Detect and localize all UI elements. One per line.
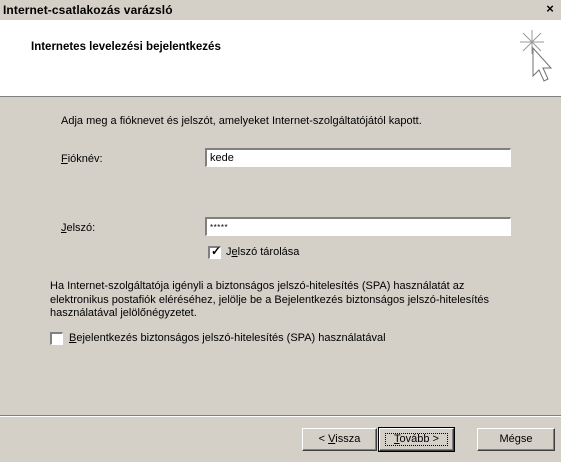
spa-label-rest: ejelentkezés biztonságos jelszó-hitelesí… [76,332,386,344]
account-label-hotkey: F [61,153,68,165]
remember-password-label[interactable]: Jelszó tárolása [226,246,299,258]
account-name-input[interactable] [205,148,511,167]
wizard-sparkle-cursor-icon [520,30,553,82]
wizard-header: Internetes levelezési bejelentkezés [0,20,561,97]
page-title: Internetes levelezési bejelentkezés [31,41,221,53]
remember-password-checkbox[interactable]: ✓ [208,244,222,259]
next-button[interactable]: Tovább > [378,427,455,452]
focus-rectangle [385,433,448,446]
remember-label-rest: lszó tárolása [237,246,300,258]
cancel-button[interactable]: Mégse [477,428,555,451]
password-label: Jelszó: [61,222,95,234]
password-label-rest: elszó: [66,222,96,234]
back-label-rest: issza [335,433,361,445]
account-name-label: Fióknév: [61,153,103,165]
spa-checkbox[interactable] [50,332,63,345]
checkmark-icon: ✓ [211,244,222,258]
wizard-window: Internet-csatlakozás varázsló × Internet… [0,0,561,462]
title-bar[interactable]: Internet-csatlakozás varázsló × [0,0,561,20]
window-title: Internet-csatlakozás varázsló [3,3,173,17]
spa-info-text: Ha Internet-szolgáltatója igényli a bizt… [50,280,490,319]
back-label-pre: < [318,433,329,445]
account-label-rest: ióknév: [67,153,103,165]
back-button[interactable]: < Vissza [302,428,377,451]
spa-checkbox-label[interactable]: Bejelentkezés biztonságos jelszó-hiteles… [69,332,386,344]
footer-separator-highlight [0,416,561,417]
instruction-text: Adja meg a fióknevet és jelszót, amelyek… [61,115,422,127]
password-input[interactable] [205,217,511,236]
close-icon[interactable]: × [543,2,557,16]
